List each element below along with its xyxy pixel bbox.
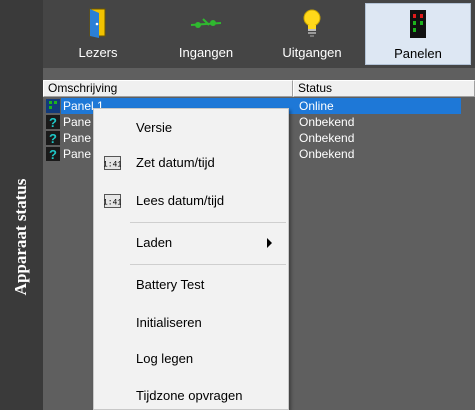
- row-status: Onbekend: [299, 131, 355, 145]
- unknown-status-icon: ?: [46, 115, 60, 130]
- menu-item-label: Tijdzone opvragen: [136, 388, 243, 403]
- row-status: Onbekend: [299, 115, 355, 129]
- door-reader-icon: [45, 8, 151, 38]
- menu-item-label: Initialiseren: [136, 315, 202, 330]
- menu-item-battery-test[interactable]: Battery Test: [94, 271, 288, 299]
- menu-item-label: Versie: [136, 120, 173, 135]
- menu-item-label: Battery Test: [136, 277, 205, 292]
- tab-lezers[interactable]: Lezers: [45, 3, 151, 65]
- column-header-status[interactable]: Status: [293, 80, 475, 97]
- menu-item-lees-datum-tijd[interactable]: 1:41 Lees datum/tijd: [94, 187, 288, 215]
- submenu-arrow-icon: [267, 238, 272, 248]
- unknown-status-icon: ?: [46, 131, 60, 146]
- tab-uitgangen[interactable]: Uitgangen: [259, 3, 365, 65]
- tab-ingangen[interactable]: Ingangen: [153, 3, 259, 65]
- panel-leds-icon: [366, 9, 470, 39]
- row-status: Onbekend: [299, 147, 355, 161]
- menu-item-initialiseren[interactable]: Initialiseren: [94, 309, 288, 337]
- row-status: Online: [299, 99, 334, 113]
- svg-text:?: ?: [49, 147, 57, 161]
- svg-text:?: ?: [49, 115, 57, 129]
- tab-panelen[interactable]: Panelen: [365, 3, 471, 65]
- menu-item-label: Zet datum/tijd: [136, 155, 215, 170]
- sidebar-title: Apparaat status: [11, 178, 30, 296]
- menu-item-log-legen[interactable]: Log legen: [94, 345, 288, 373]
- tab-ingangen-label: Ingangen: [178, 45, 234, 60]
- menu-separator: [130, 222, 286, 223]
- menu-item-label: Lees datum/tijd: [136, 193, 225, 208]
- menu-item-laden[interactable]: Laden: [94, 229, 288, 257]
- row-name: Pane: [63, 115, 92, 129]
- tab-uitgangen-label: Uitgangen: [282, 45, 342, 60]
- context-menu: Versie 1:41 Zet datum/tijd 1:41 Lees dat…: [93, 108, 289, 410]
- clock-display-icon: 1:41: [103, 194, 122, 208]
- menu-item-zet-datum-tijd[interactable]: 1:41 Zet datum/tijd: [94, 149, 288, 177]
- column-header-omschrijving[interactable]: Omschrijving: [43, 80, 293, 97]
- sidebar: Apparaat status: [0, 0, 43, 410]
- input-connector-icon: [153, 8, 259, 38]
- row-name: Pane: [63, 131, 92, 145]
- row-name: Pane: [63, 147, 92, 161]
- panel-status-icon: [46, 99, 60, 113]
- menu-item-tijdzone-opvragen[interactable]: Tijdzone opvragen: [94, 382, 288, 410]
- tab-panelen-label: Panelen: [394, 46, 442, 61]
- menu-item-label: Laden: [136, 235, 173, 250]
- menu-separator: [130, 264, 286, 265]
- menu-item-label: Log legen: [136, 351, 194, 366]
- svg-text:?: ?: [49, 131, 57, 145]
- menu-item-versie[interactable]: Versie: [94, 114, 288, 142]
- clock-display-icon: 1:41: [103, 156, 122, 170]
- svg-text:1:41: 1:41: [104, 161, 121, 170]
- svg-text:1:41: 1:41: [104, 199, 121, 208]
- tab-lezers-label: Lezers: [78, 45, 118, 60]
- unknown-status-icon: ?: [46, 147, 60, 162]
- toolbar: Lezers Ingangen Uitgangen Panelen: [43, 0, 475, 68]
- lightbulb-icon: [259, 8, 365, 38]
